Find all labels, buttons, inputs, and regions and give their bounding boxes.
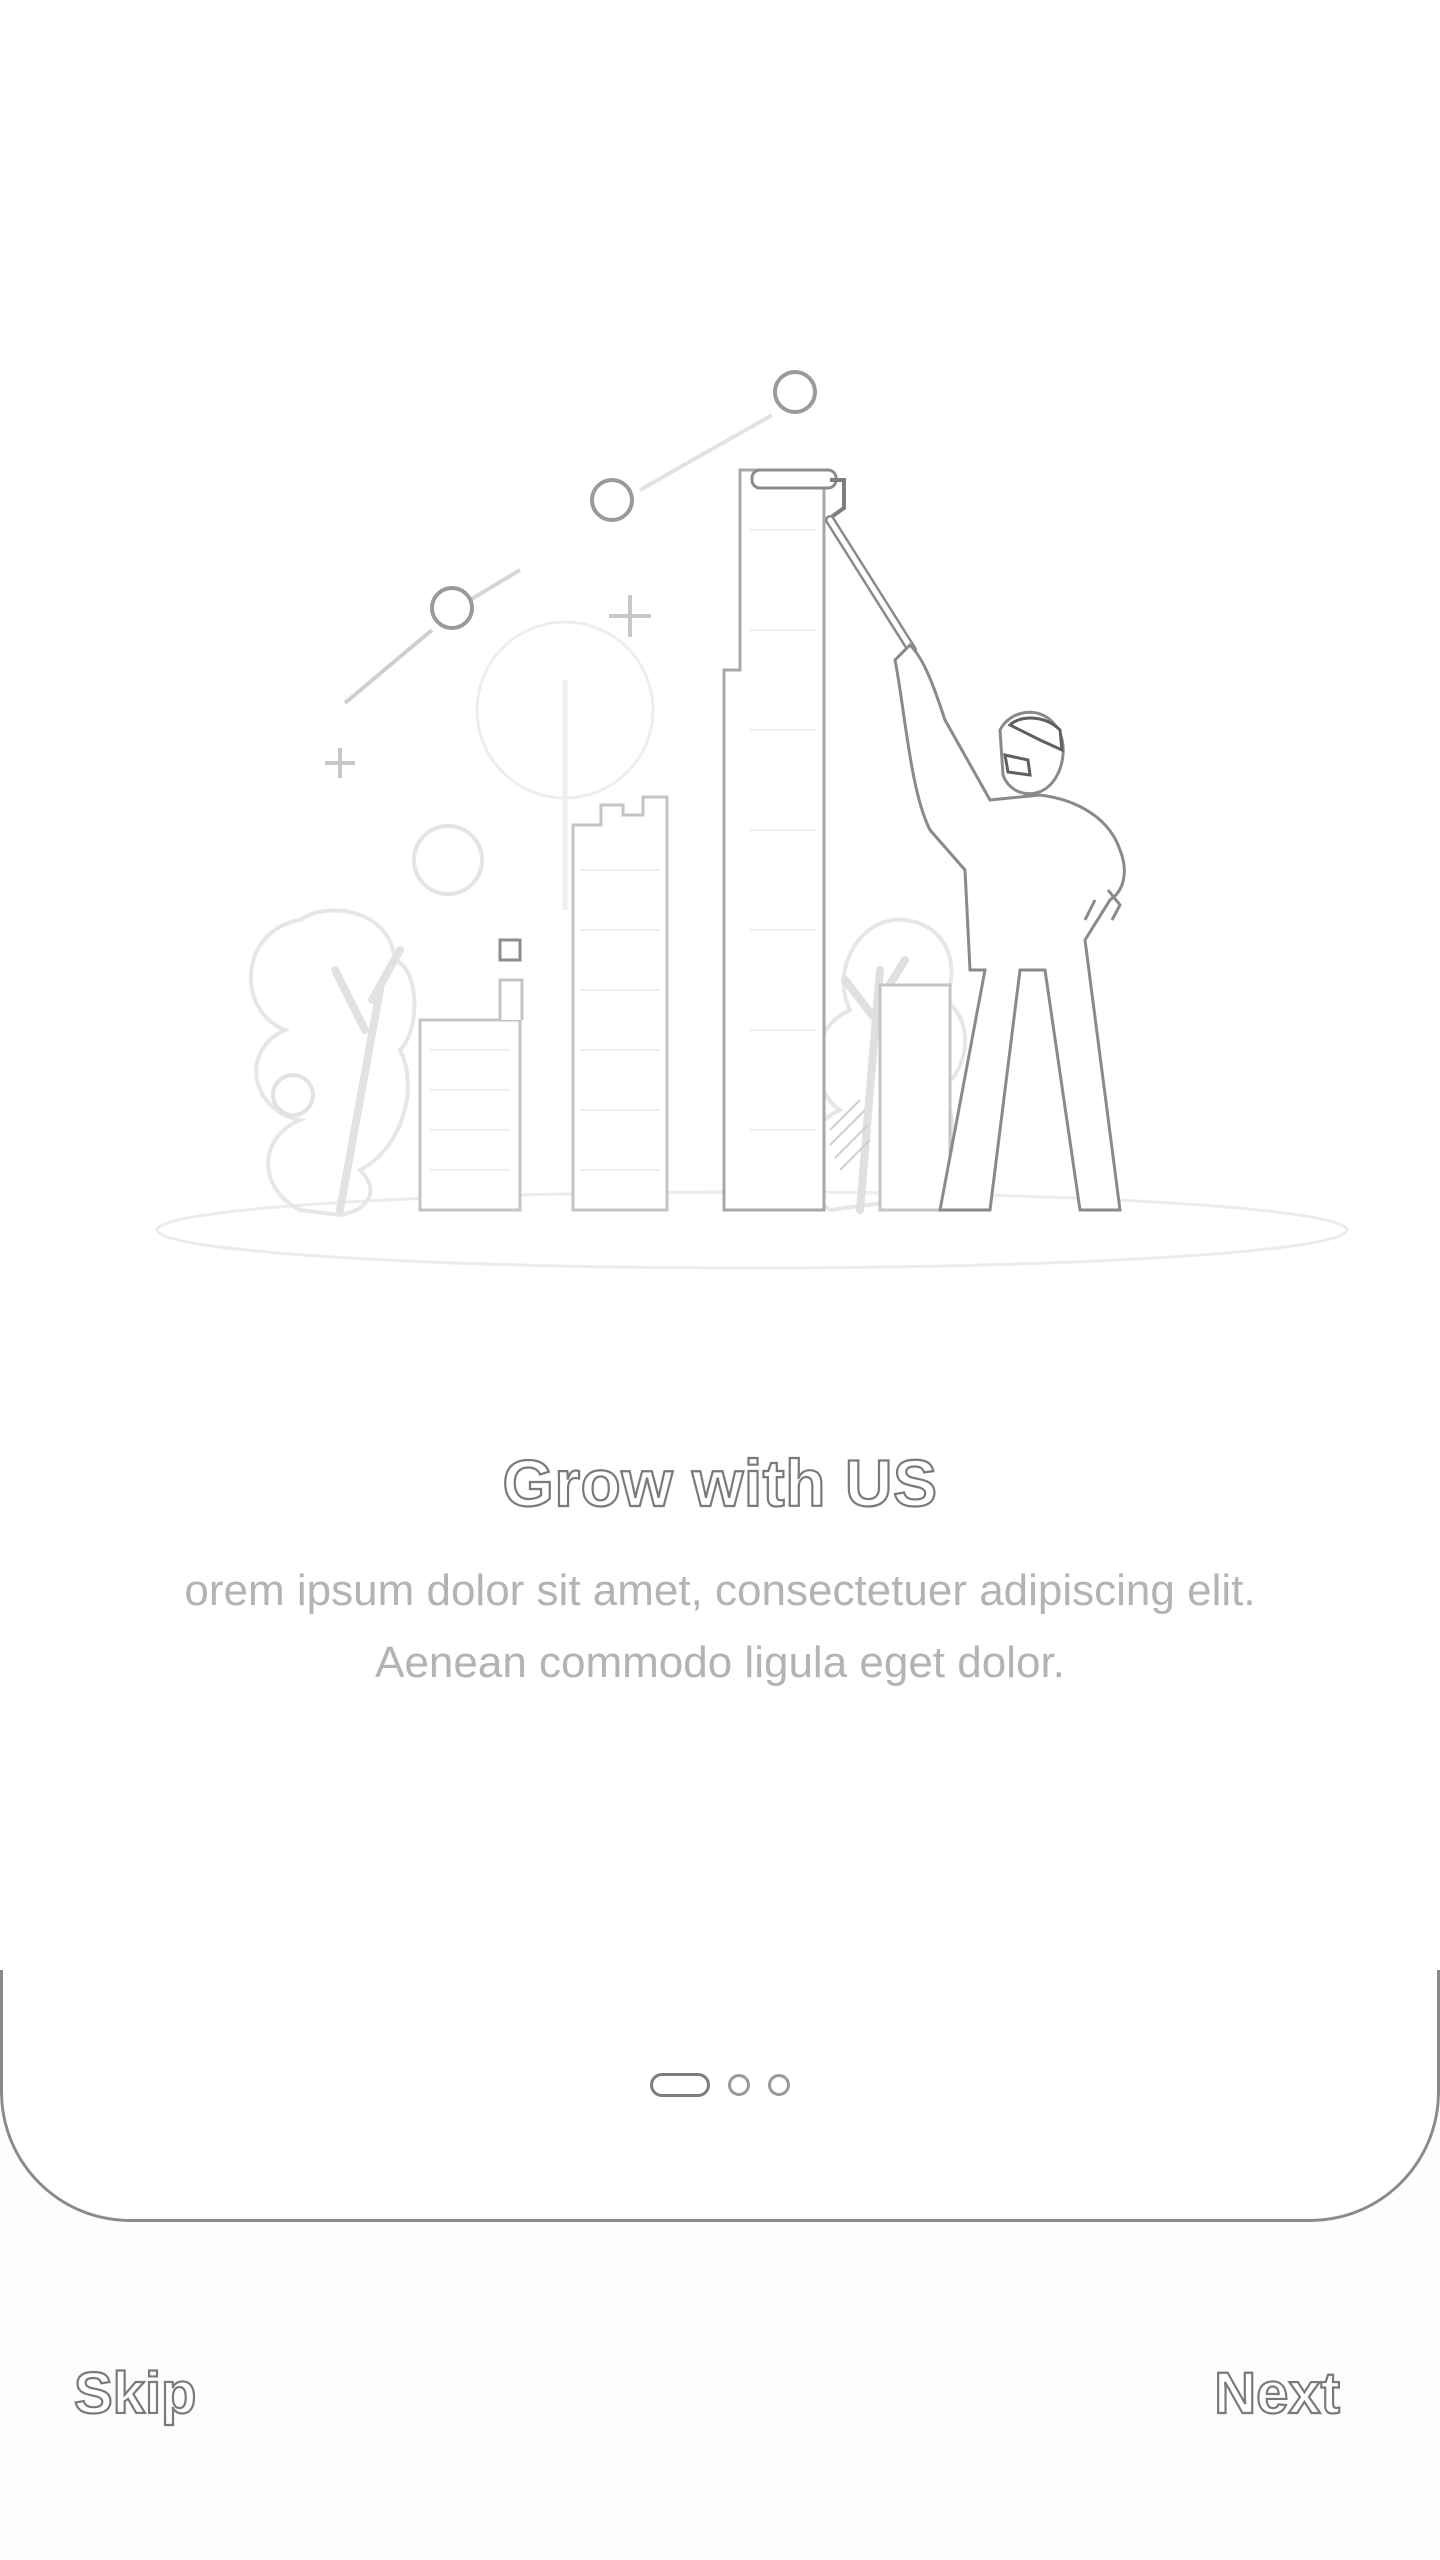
page-indicator-dot[interactable] xyxy=(768,2074,790,2096)
onboarding-screen: Grow with US orem ipsum dolor sit amet, … xyxy=(0,0,1440,2560)
next-button[interactable]: Next xyxy=(1213,2360,1341,2427)
page-description: orem ipsum dolor sit amet, consectetuer … xyxy=(184,1566,1256,1687)
page-title: Grow with US xyxy=(501,1445,938,1521)
skip-button[interactable]: Skip xyxy=(73,2360,198,2427)
page-indicator-dot-active[interactable] xyxy=(650,2073,710,2097)
page-indicator xyxy=(0,2070,1440,2100)
growth-chart-illustration-icon xyxy=(155,370,1349,1270)
page-indicator-dot[interactable] xyxy=(728,2074,750,2096)
